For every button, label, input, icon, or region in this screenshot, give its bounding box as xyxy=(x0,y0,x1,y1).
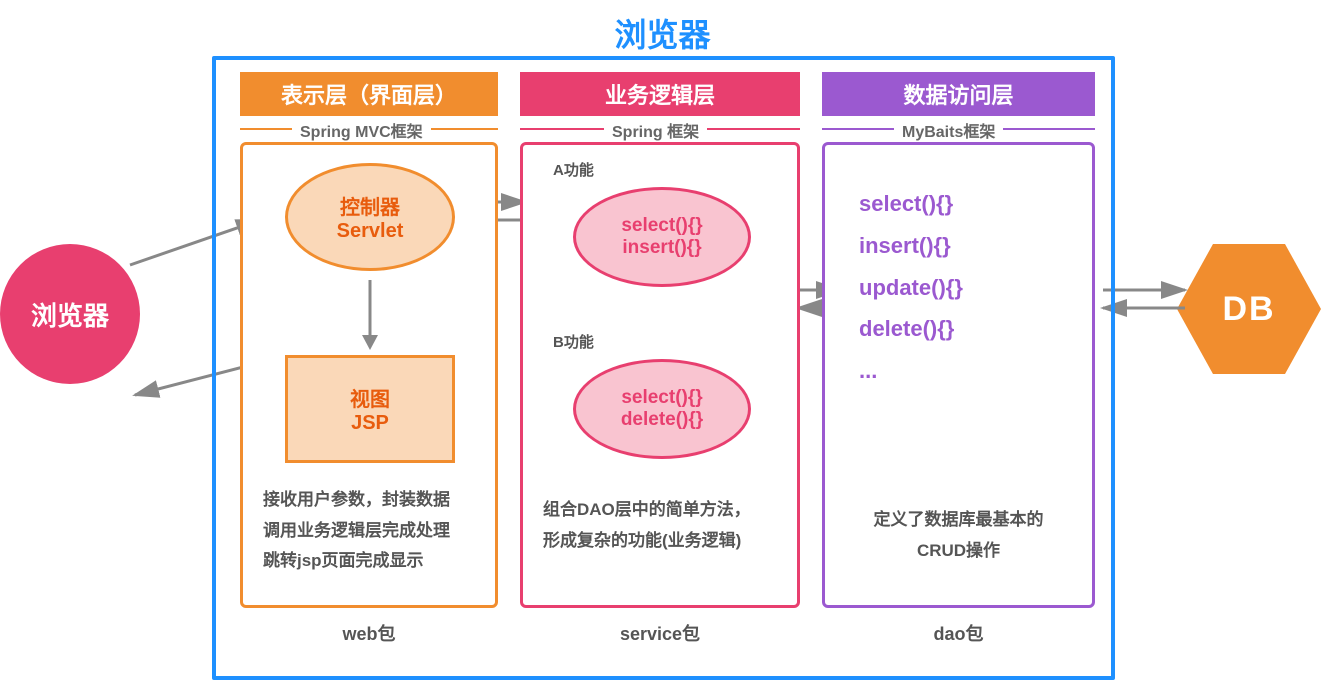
data-package-label: dao包 xyxy=(822,620,1095,646)
func-b-method: delete(){} xyxy=(621,409,703,431)
data-box: select(){} insert(){} update(){} delete(… xyxy=(822,142,1095,608)
browser-node: 浏览器 xyxy=(0,244,140,384)
desc-line: CRUD操作 xyxy=(845,536,1072,567)
controller-name: 控制器 xyxy=(340,191,400,220)
db-hexagon: DB xyxy=(1177,244,1321,374)
func-b-ellipse: select(){} delete(){} xyxy=(573,359,751,459)
func-b-label: B功能 xyxy=(553,331,594,352)
func-a-label: A功能 xyxy=(553,159,594,180)
view-name: 视图 xyxy=(350,383,390,412)
business-description: 组合DAO层中的简单方法， 形成复杂的功能(业务逻辑) xyxy=(543,495,777,556)
func-b-method: select(){} xyxy=(621,387,702,409)
business-box: A功能 select(){} insert(){} B功能 select(){}… xyxy=(520,142,800,608)
crud-method: update(){} xyxy=(859,267,963,309)
func-a-method: select(){} xyxy=(621,215,702,237)
main-container: 表示层（界面层） 业务逻辑层 数据访问层 Spring MVC框架 Spring… xyxy=(212,56,1115,680)
presentation-framework-label: Spring MVC框架 xyxy=(292,118,431,142)
crud-method: insert(){} xyxy=(859,225,963,267)
data-framework-label: MyBaits框架 xyxy=(894,118,1003,142)
desc-line: 形成复杂的功能(业务逻辑) xyxy=(543,526,777,557)
func-a-ellipse: select(){} insert(){} xyxy=(573,187,751,287)
crud-more: ... xyxy=(859,350,963,392)
presentation-header: 表示层（界面层） xyxy=(240,72,498,116)
desc-line: 定义了数据库最基本的 xyxy=(845,505,1072,536)
crud-method: select(){} xyxy=(859,183,963,225)
crud-method: delete(){} xyxy=(859,308,963,350)
desc-line: 接收用户参数，封装数据 xyxy=(263,485,475,516)
crud-list: select(){} insert(){} update(){} delete(… xyxy=(859,183,963,392)
controller-ellipse: 控制器 Servlet xyxy=(285,163,455,271)
controller-tech: Servlet xyxy=(337,220,404,243)
desc-line: 跳转jsp页面完成显示 xyxy=(263,546,475,577)
arrow-down-icon xyxy=(353,275,387,355)
desc-line: 组合DAO层中的简单方法， xyxy=(543,495,777,526)
func-a-method: insert(){} xyxy=(622,237,701,259)
business-header: 业务逻辑层 xyxy=(520,72,800,116)
desc-line: 调用业务逻辑层完成处理 xyxy=(263,516,475,547)
view-rect: 视图 JSP xyxy=(285,355,455,463)
data-description: 定义了数据库最基本的 CRUD操作 xyxy=(845,505,1072,566)
presentation-description: 接收用户参数，封装数据 调用业务逻辑层完成处理 跳转jsp页面完成显示 xyxy=(263,485,475,577)
data-header: 数据访问层 xyxy=(822,72,1095,116)
diagram-title: 浏览器 xyxy=(614,10,710,56)
business-package-label: service包 xyxy=(520,620,800,646)
view-tech: JSP xyxy=(351,412,389,435)
presentation-package-label: web包 xyxy=(240,620,498,646)
business-framework-label: Spring 框架 xyxy=(604,118,707,142)
presentation-box: 控制器 Servlet 视图 JSP 接收用户参数，封装数据 调用业务逻辑层完成… xyxy=(240,142,498,608)
